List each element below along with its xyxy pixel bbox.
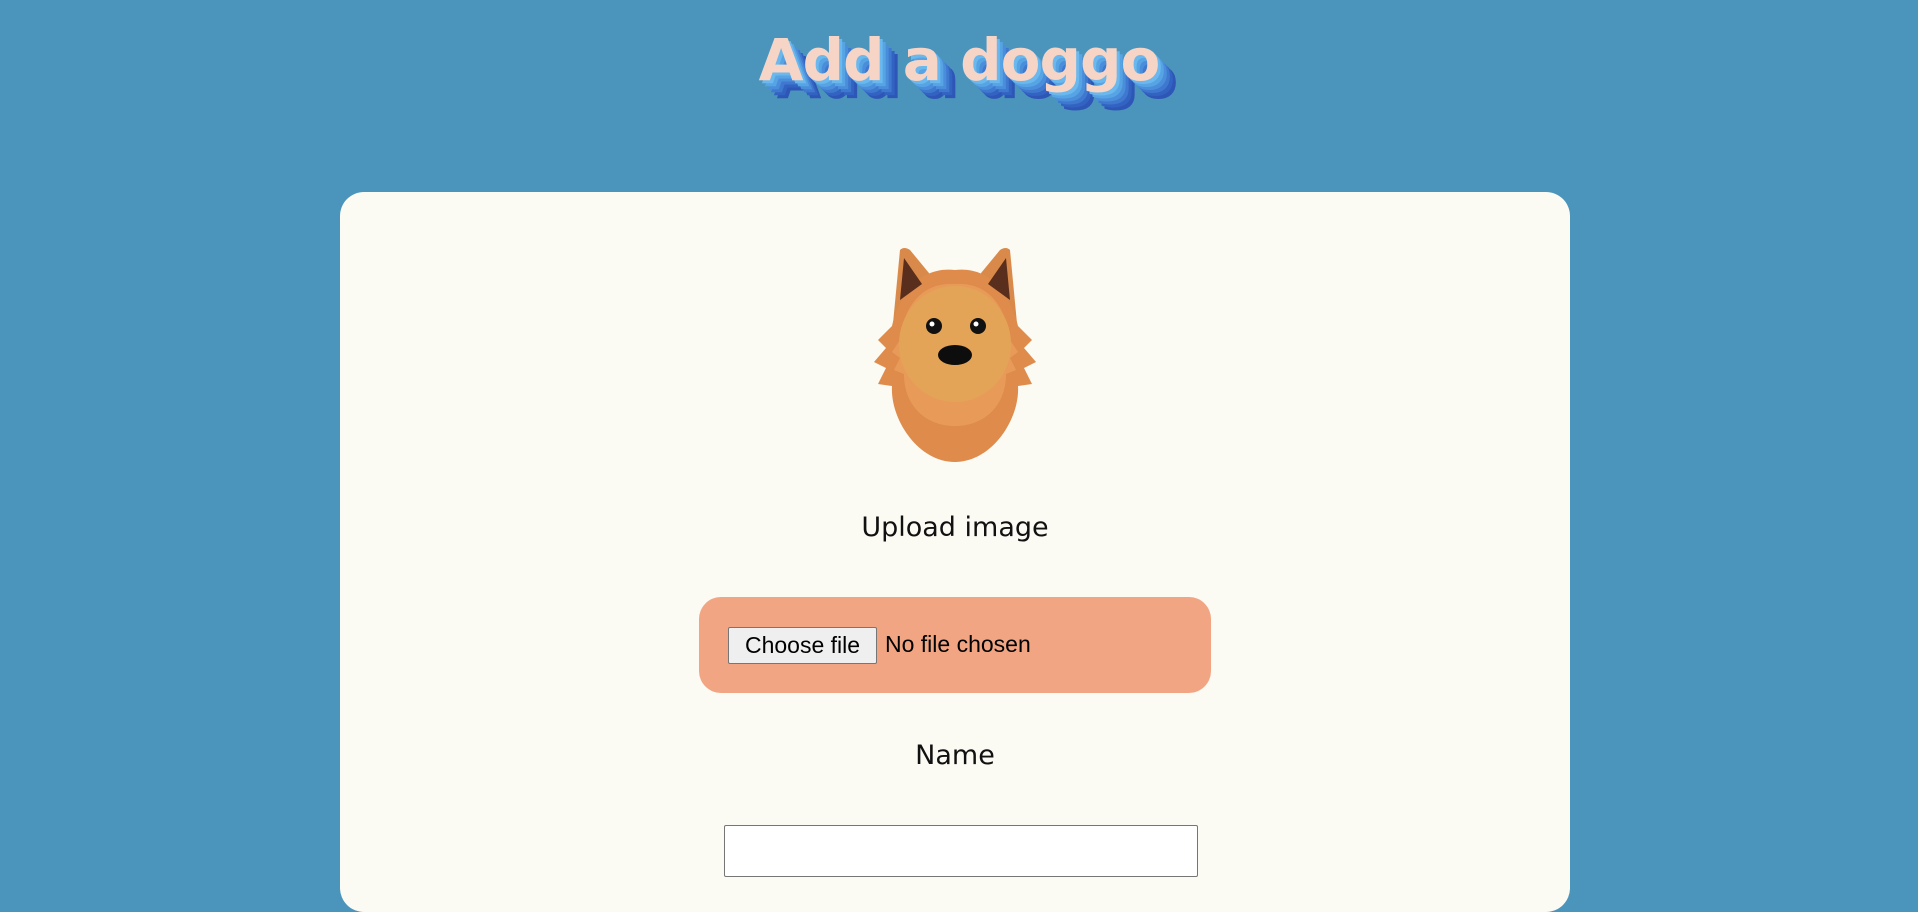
page-title: Add a doggo (758, 26, 1161, 94)
upload-image-label: Upload image (861, 512, 1049, 543)
name-label: Name (915, 740, 995, 771)
name-input[interactable] (724, 825, 1198, 877)
choose-file-button[interactable]: Choose file (728, 627, 877, 664)
file-status-text: No file chosen (885, 631, 1031, 657)
file-upload-box[interactable]: Choose file No file chosen (699, 597, 1211, 693)
add-doggo-form-card: Upload image Choose file No file chosen … (340, 192, 1570, 912)
pomeranian-dog-face-icon (874, 248, 1036, 462)
